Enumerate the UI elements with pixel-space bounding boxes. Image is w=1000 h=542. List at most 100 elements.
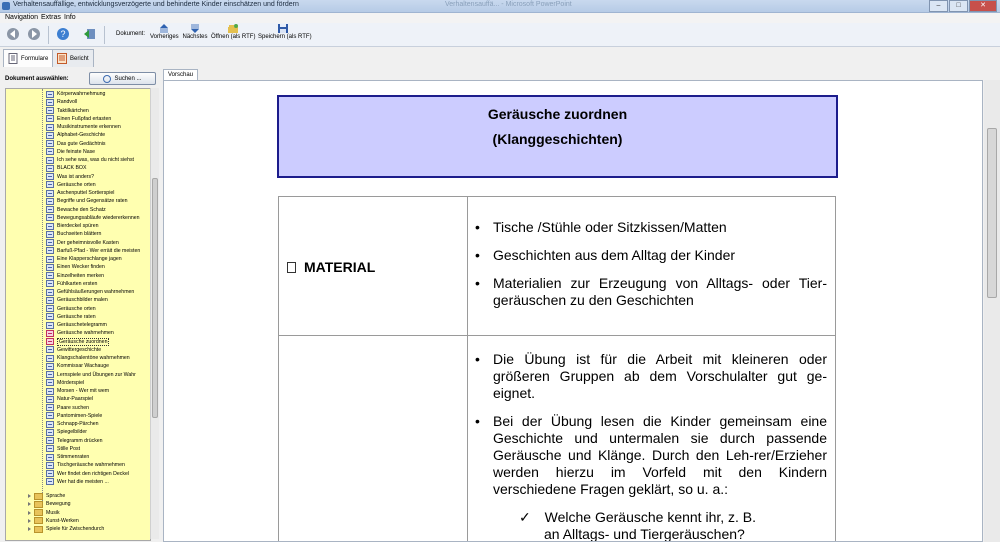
- bullet-icon: •: [475, 247, 480, 263]
- document-icon: [46, 156, 54, 164]
- tree-item[interactable]: Ich sehe was, was du nicht siehst: [46, 156, 134, 164]
- tree-item[interactable]: Geräuschbilder malen: [46, 296, 108, 304]
- tree-item-label: Pantomimen-Spiele: [57, 412, 103, 419]
- tree-item[interactable]: Fühlkarten ersten: [46, 280, 97, 288]
- expand-arrow-icon[interactable]: [28, 510, 31, 515]
- bullet-icon: •: [475, 351, 480, 367]
- tree-folder-label: Kunst-Werken: [46, 517, 79, 524]
- tree-item[interactable]: Einen Wecker finden: [46, 263, 105, 271]
- tree-item[interactable]: Bewegungsabläufe wiedererkennen: [46, 214, 139, 222]
- tree-item[interactable]: Schnapp-Pärchen: [46, 420, 99, 428]
- tree-item[interactable]: Musikinstrumente erkennen: [46, 123, 121, 131]
- preview-scrollbar[interactable]: [984, 80, 1000, 542]
- tree-item[interactable]: Morsen - Wer mit wem: [46, 387, 109, 395]
- tab-formulare[interactable]: Formulare: [3, 49, 54, 67]
- list-item: • Bei der Übung lesen die Kinder gemeins…: [475, 413, 827, 497]
- document-icon: [46, 445, 54, 453]
- back-icon[interactable]: [6, 27, 20, 41]
- document-icon: [46, 346, 54, 354]
- tree-item[interactable]: Taktilkärtchen: [46, 107, 89, 115]
- next-button[interactable]: Nächstes: [182, 24, 208, 45]
- menu-info[interactable]: Info: [64, 14, 76, 21]
- tree-folder[interactable]: Spiele für Zwischendurch: [28, 525, 104, 533]
- previous-button[interactable]: Vorheriges: [150, 24, 179, 45]
- expand-arrow-icon[interactable]: [28, 518, 31, 523]
- tree-item[interactable]: Bierdeckel spüren: [46, 222, 99, 230]
- tree-item[interactable]: Spiegelbilder: [46, 428, 87, 436]
- tree-item[interactable]: Eine Klapperschlange jagen: [46, 255, 122, 263]
- tree-folder-label: Musik: [46, 509, 60, 516]
- tree-scrollbar[interactable]: [150, 88, 159, 539]
- tree-item[interactable]: Geräusche wahrnehmen: [46, 329, 114, 337]
- tree-item[interactable]: Begriffe und Gegensätze raten: [46, 197, 128, 205]
- tree-item[interactable]: Gefühlsäußerungen wahrnehmen: [46, 288, 134, 296]
- document-tree[interactable]: Körperwahrnehmung Randvoll Taktilkärtchen E…: [5, 88, 151, 541]
- tree-item[interactable]: Geräuschetelegramm: [46, 321, 107, 329]
- tree-item[interactable]: Geräusche orten: [46, 305, 96, 313]
- maximize-icon[interactable]: □: [949, 0, 968, 12]
- tree-item[interactable]: Gewittergeschichte: [46, 346, 101, 354]
- tree-item[interactable]: Barfuß-Pfad - Wer erräit die meisten: [46, 247, 140, 255]
- tree-item[interactable]: Kommissar Wachauge: [46, 362, 109, 370]
- help-icon[interactable]: ?: [56, 27, 70, 41]
- tree-item[interactable]: Einzelheiten merken: [46, 272, 104, 280]
- tree-item[interactable]: Buchseiten blättern: [46, 230, 101, 238]
- tree-item[interactable]: Die feinste Nase: [46, 148, 95, 156]
- tree-item[interactable]: Mörderspiel: [46, 379, 84, 387]
- tree-scrollbar-thumb[interactable]: [152, 178, 158, 418]
- document-icon: [46, 247, 54, 255]
- tree-item[interactable]: Natur-Paarspiel: [46, 395, 93, 403]
- tree-item[interactable]: Einen Fußpfad ertasten: [46, 115, 111, 123]
- tree-item[interactable]: Das gute Gedächtnis: [46, 140, 105, 148]
- save-rtf-button[interactable]: Speichern (als RTF): [258, 24, 312, 45]
- search-button[interactable]: Suchen ...: [89, 72, 156, 85]
- tree-item[interactable]: Alphabet-Geschichte: [46, 131, 105, 139]
- menu-navigation[interactable]: Navigation: [5, 14, 38, 21]
- tree-item[interactable]: Geräusche zuordnen: [46, 337, 110, 346]
- tree-item[interactable]: BLACK BOX: [46, 164, 86, 172]
- folder-icon: [34, 500, 43, 508]
- tree-item[interactable]: Aschenputtel Sortierspiel: [46, 189, 114, 197]
- material-label: MATERIAL: [287, 259, 375, 275]
- folder-icon: [34, 525, 43, 533]
- tree-item[interactable]: Bewache den Schatz: [46, 206, 106, 214]
- tree-item[interactable]: Geräusche orten: [46, 181, 96, 189]
- tree-item-label: Wer findet den richtigen Deckel: [57, 470, 129, 477]
- tree-folder[interactable]: Musik: [28, 509, 60, 517]
- tab-bericht[interactable]: Bericht: [52, 49, 94, 67]
- previous-doc-icon: [160, 24, 168, 33]
- tree-item[interactable]: Klangschalentöne wahrnehmen: [46, 354, 130, 362]
- tree-item[interactable]: Körperwahrnehmung: [46, 90, 105, 98]
- tree-item[interactable]: Stimmenraten: [46, 453, 89, 461]
- tree-item[interactable]: Paare suchen: [46, 404, 89, 412]
- tree-item[interactable]: Randvoll: [46, 98, 77, 106]
- tree-item[interactable]: Telegramm drücken: [46, 437, 103, 445]
- minimize-icon[interactable]: –: [929, 0, 948, 12]
- open-rtf-button[interactable]: Öffnen (als RTF): [211, 24, 255, 45]
- tree-item-label: Bewache den Schatz: [57, 206, 106, 213]
- close-icon[interactable]: ✕: [969, 0, 997, 12]
- tree-item[interactable]: Was ist anders?: [46, 173, 94, 181]
- exit-icon[interactable]: [83, 27, 97, 41]
- tree-item[interactable]: Pantomimen-Spiele: [46, 412, 102, 420]
- tree-item[interactable]: Wer findet den richtigen Deckel: [46, 470, 129, 478]
- tree-item-label: Tischgeräusche wahrnehmen: [57, 462, 125, 469]
- tree-item[interactable]: Lernspiele und Übungen zur Wahr: [46, 371, 136, 379]
- forward-icon[interactable]: [27, 27, 41, 41]
- tree-item[interactable]: Wer hat die meisten ...: [46, 478, 109, 486]
- tree-item[interactable]: Stille Post: [46, 445, 80, 453]
- document-icon: [46, 164, 54, 172]
- expand-arrow-icon[interactable]: [28, 494, 31, 498]
- expand-arrow-icon[interactable]: [28, 527, 31, 531]
- tree-folder[interactable]: Sprache: [28, 492, 65, 500]
- expand-arrow-icon[interactable]: [28, 502, 31, 507]
- tree-item[interactable]: Tischgeräusche wahrnehmen: [46, 461, 125, 469]
- tree-folder[interactable]: Bewegung: [28, 500, 71, 508]
- menu-extras[interactable]: Extras: [41, 14, 61, 21]
- tree-folder[interactable]: Kunst-Werken: [28, 517, 79, 525]
- tree-item[interactable]: Der geheimnisvolle Kasten: [46, 239, 119, 247]
- tree-item-label: Bewegungsabläufe wiedererkennen: [57, 214, 140, 221]
- document-icon: [46, 214, 54, 222]
- preview-scrollbar-thumb[interactable]: [987, 128, 997, 298]
- tree-item[interactable]: Geräusche raten: [46, 313, 96, 321]
